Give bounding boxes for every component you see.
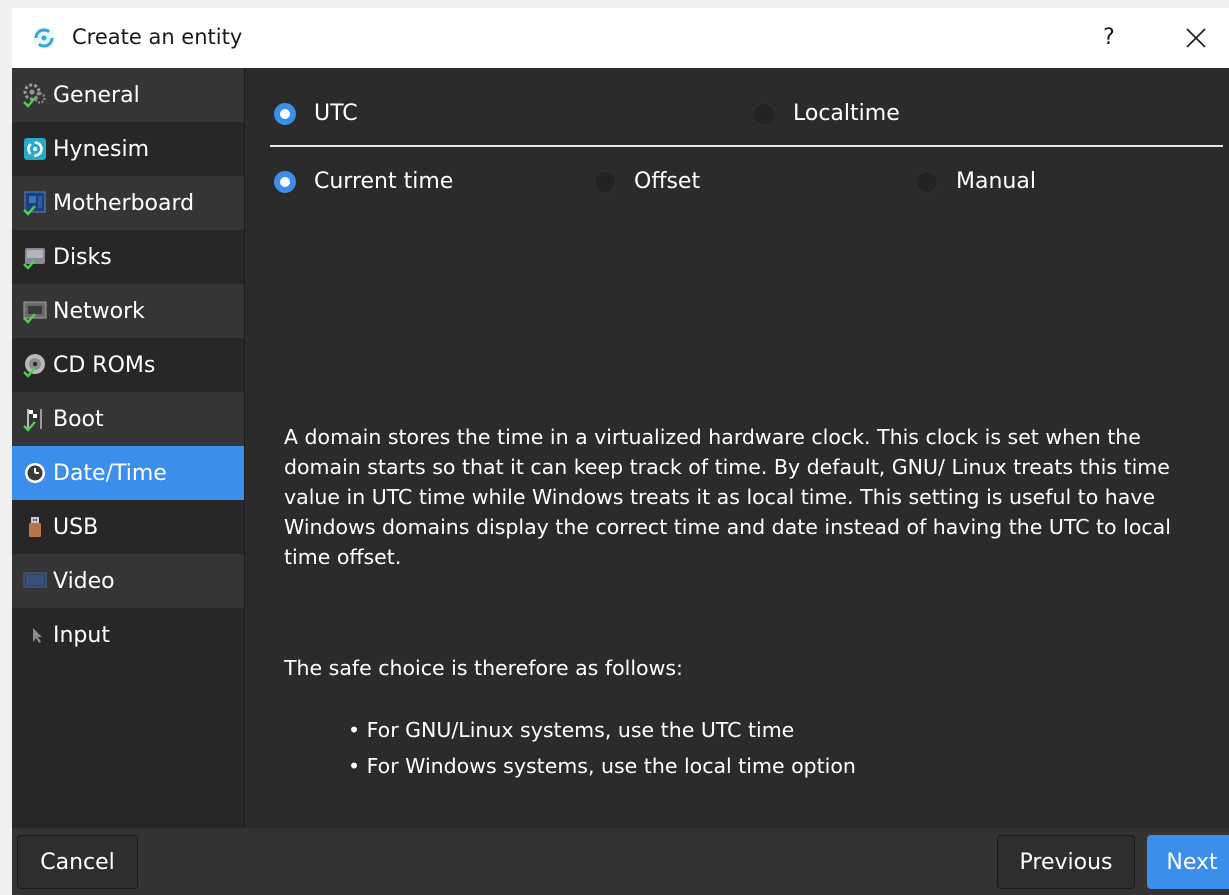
safe-choice-heading: The safe choice is therefore as follows: (284, 656, 683, 680)
section-separator (270, 145, 1223, 147)
usb-icon (29, 517, 41, 537)
sidebar-item-video[interactable]: Video (12, 554, 244, 608)
radio-current-time[interactable]: Current time (274, 169, 453, 194)
sidebar-item-label: Video (53, 568, 115, 594)
create-entity-dialog: Create an entity ? General Hynesim Mothe… (12, 8, 1229, 895)
dialog-title: Create an entity (72, 25, 243, 49)
video-icon (23, 572, 47, 588)
sidebar-item-label: CD ROMs (53, 352, 156, 378)
sidebar-divider (244, 68, 245, 828)
sidebar-item-boot[interactable]: Boot (12, 392, 244, 446)
sidebar-item-label: Network (53, 298, 145, 324)
network-icon (23, 301, 47, 324)
next-button[interactable]: Next (1147, 835, 1229, 889)
sidebar-item-label: Hynesim (53, 136, 150, 162)
radio-utc[interactable]: UTC (274, 101, 358, 126)
sidebar-item-date-time[interactable]: Date/Time (12, 446, 244, 500)
cancel-button[interactable]: Cancel (17, 835, 138, 889)
radio-label: UTC (314, 101, 358, 126)
sidebar-item-network[interactable]: Network (12, 284, 244, 338)
radio-label: Current time (314, 169, 454, 194)
settings-sidebar: General Hynesim Motherboard Disks Networ… (12, 68, 244, 828)
sidebar-item-motherboard[interactable]: Motherboard (12, 176, 244, 230)
sidebar-item-input[interactable]: Input (12, 608, 244, 662)
hynesim-logo-icon (24, 138, 46, 160)
close-icon[interactable] (1178, 20, 1214, 56)
previous-button[interactable]: Previous (997, 835, 1135, 889)
title-bar: Create an entity ? (12, 8, 1229, 68)
radio-indicator-unchecked (594, 170, 616, 193)
radio-label: Manual (956, 169, 1036, 194)
radio-label: Localtime (793, 101, 900, 126)
cursor-icon (33, 628, 42, 643)
description-text: A domain stores the time in a virtualize… (284, 425, 1171, 569)
sidebar-item-hynesim[interactable]: Hynesim (12, 122, 244, 176)
entity-logo-icon (33, 27, 55, 49)
sidebar-item-label: Disks (53, 244, 112, 270)
radio-indicator-unchecked (753, 102, 775, 125)
sidebar-item-label: General (53, 82, 140, 108)
dialog-footer: Cancel Previous Next (12, 828, 1229, 895)
motherboard-icon (23, 191, 46, 216)
sidebar-item-label: USB (53, 514, 99, 540)
radio-localtime[interactable]: Localtime (753, 101, 900, 126)
sidebar-item-general[interactable]: General (12, 68, 244, 122)
radio-label: Offset (634, 169, 701, 194)
radio-offset[interactable]: Offset (594, 169, 700, 194)
radio-manual[interactable]: Manual (916, 169, 1036, 194)
radio-indicator-unchecked (916, 170, 938, 193)
radio-indicator-checked (274, 170, 296, 193)
sidebar-item-disks[interactable]: Disks (12, 230, 244, 284)
gear-icon (23, 83, 46, 108)
sidebar-item-usb[interactable]: USB (12, 500, 244, 554)
cdrom-icon (23, 354, 45, 378)
disk-icon (23, 248, 45, 270)
sidebar-item-label: Date/Time (53, 460, 167, 486)
clock-icon (25, 463, 45, 483)
radio-indicator-checked (274, 102, 296, 125)
sidebar-item-cdroms[interactable]: CD ROMs (12, 338, 244, 392)
sidebar-item-label: Motherboard (53, 190, 195, 216)
help-button[interactable]: ? (1094, 20, 1124, 56)
bullet-windows: • For Windows systems, use the local tim… (348, 754, 856, 778)
sidebar-item-label: Input (53, 622, 110, 648)
sidebar-item-label: Boot (53, 406, 104, 432)
bullet-linux: • For GNU/Linux systems, use the UTC tim… (348, 718, 795, 742)
boot-flag-icon (23, 409, 42, 432)
